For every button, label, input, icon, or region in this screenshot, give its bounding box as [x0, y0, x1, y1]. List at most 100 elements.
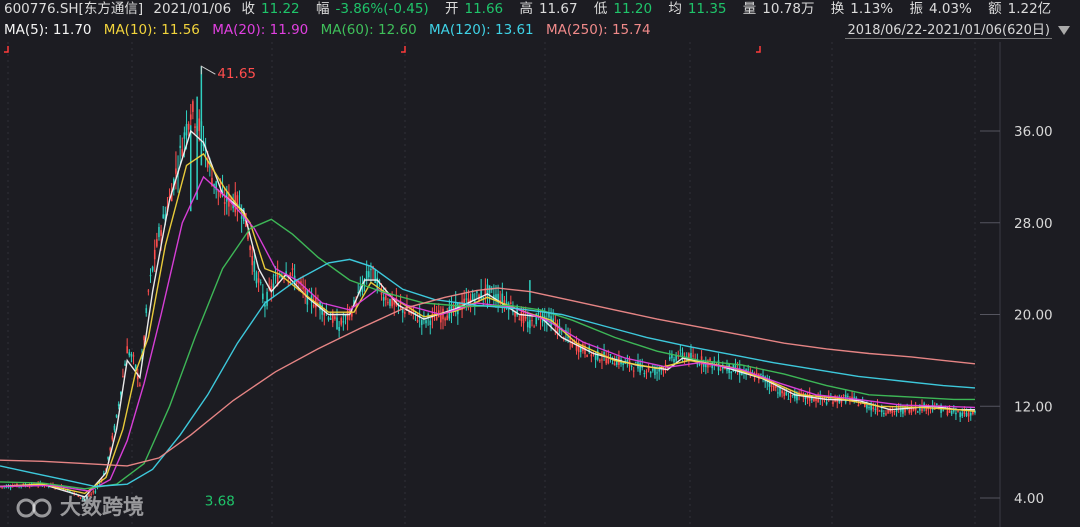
candle-body — [605, 358, 607, 364]
candle-body — [240, 216, 243, 219]
candle-body — [883, 413, 885, 415]
candle-body — [435, 316, 438, 321]
candle-body — [747, 369, 750, 371]
ma-line-3 — [0, 218, 975, 490]
candle-body — [189, 114, 192, 120]
candle-body — [251, 256, 254, 266]
candle-body — [942, 410, 945, 412]
candle-body — [259, 282, 262, 284]
candle-body — [586, 354, 588, 357]
candle-body — [832, 401, 834, 405]
candle-body — [115, 414, 118, 418]
candle-body — [959, 412, 961, 418]
candle-body — [785, 391, 788, 396]
candle-body — [272, 283, 275, 288]
event-marker-1 — [401, 46, 406, 53]
candle-body — [425, 320, 427, 324]
candle-body — [539, 318, 542, 320]
candle-body — [446, 315, 449, 321]
candle-body — [175, 168, 177, 174]
ytick-label-4: 4.00 — [1014, 491, 1044, 507]
candle-body — [340, 318, 343, 325]
event-marker-2 — [756, 46, 761, 53]
candle-body — [420, 320, 423, 325]
kline-chart[interactable]: 36.00 28.00 20.00 12.00 4.00 41.65 3.68 — [0, 0, 1080, 527]
candle-body — [111, 435, 114, 440]
candle-body — [774, 386, 777, 388]
candle-body — [132, 355, 135, 357]
candle-body — [109, 447, 112, 451]
candle-body — [537, 313, 540, 315]
candle-body — [134, 364, 137, 369]
candle-body — [334, 316, 336, 320]
candle-body — [113, 425, 116, 431]
candle-body — [946, 410, 949, 415]
candle-body — [656, 372, 658, 374]
candle-body — [768, 382, 771, 387]
candle-body — [649, 371, 652, 374]
ytick-label-2: 20.00 — [1014, 308, 1053, 324]
candle-body — [128, 352, 131, 356]
candle-body — [878, 410, 881, 412]
brand-logo-icon — [16, 498, 52, 518]
candle-body — [179, 145, 181, 149]
candle-body — [194, 126, 196, 128]
candle-body — [482, 296, 485, 299]
candle-body — [236, 195, 239, 210]
candle-body — [143, 336, 145, 341]
candle-body — [329, 318, 332, 320]
candle-body — [327, 317, 330, 320]
ytick-label-0: 36.00 — [1014, 124, 1053, 140]
candle-body — [866, 404, 868, 409]
candle-body — [874, 408, 877, 410]
candle-body — [601, 359, 603, 361]
candle-body — [223, 202, 226, 204]
candle-body — [840, 400, 843, 403]
candle-body — [622, 362, 624, 365]
candle-body — [404, 312, 406, 314]
candle-body — [630, 365, 633, 367]
candle-body — [486, 284, 489, 298]
candle-body — [399, 304, 402, 306]
candle-body — [526, 321, 529, 328]
candle-body — [147, 290, 150, 292]
candle-body — [183, 132, 186, 139]
candle-body — [126, 346, 128, 354]
candle-body — [647, 367, 650, 371]
candle-body — [257, 278, 260, 283]
candle-body — [416, 320, 419, 322]
candle-body — [730, 371, 733, 374]
candle-body — [312, 304, 315, 307]
candle-body — [643, 372, 646, 374]
candle-body — [323, 312, 326, 316]
candle-body — [192, 101, 194, 112]
candle-body — [842, 395, 845, 397]
candle-body — [967, 412, 970, 417]
candle-body — [611, 363, 614, 365]
candle-body — [847, 395, 849, 397]
max-price-label: 41.65 — [217, 66, 256, 82]
candle-body — [668, 357, 671, 360]
candle-body — [185, 124, 188, 136]
candle-body — [124, 363, 126, 366]
candle-body — [791, 395, 794, 397]
candle-body — [916, 411, 919, 413]
candle-body — [368, 271, 370, 278]
candle-body — [130, 353, 133, 357]
candle-body — [813, 399, 815, 402]
candle-body — [965, 413, 968, 416]
candle-body — [117, 404, 120, 407]
candle-body — [440, 314, 442, 323]
candle-body — [344, 315, 347, 317]
candle-body — [107, 456, 109, 459]
candle-body — [957, 411, 959, 413]
candle-body — [857, 404, 860, 407]
candle-body — [198, 118, 201, 132]
candle-body — [817, 398, 819, 403]
candle-body — [781, 390, 783, 394]
candle-body — [609, 354, 612, 356]
candle-body — [156, 239, 158, 247]
candle-body — [387, 302, 389, 304]
candle-body — [893, 411, 896, 413]
candle-body — [255, 272, 258, 284]
